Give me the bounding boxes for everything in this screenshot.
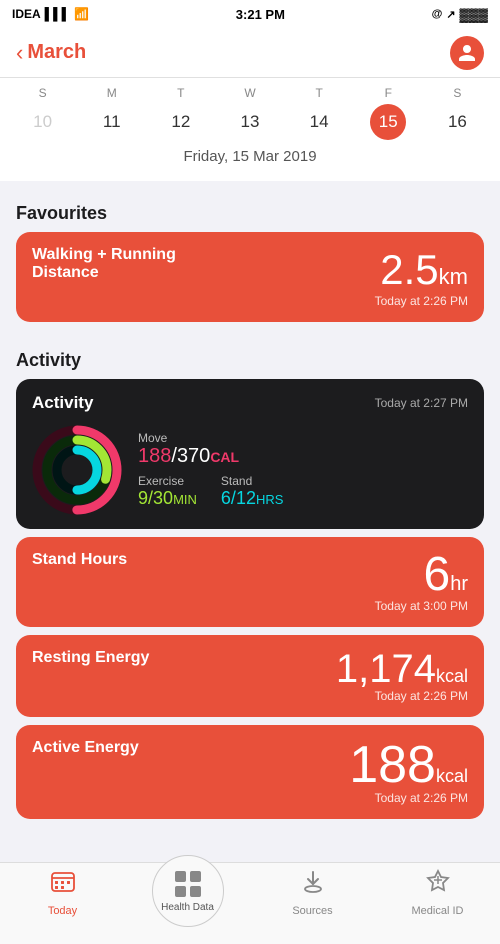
exercise-stand-row: Exercise 9/30MIN Stand 6/12HRS: [138, 474, 468, 509]
activity-stats: Move 188/370CAL Exercise 9/30MIN: [138, 431, 468, 509]
chevron-left-icon: ‹: [16, 40, 23, 66]
nav-header: ‹ March: [0, 28, 500, 78]
profile-avatar-button[interactable]: [450, 36, 484, 70]
status-time: 3:21 PM: [236, 7, 285, 22]
activity-title: Activity: [16, 350, 484, 371]
move-stat: Move 188/370CAL: [138, 431, 468, 468]
active-energy-card[interactable]: Active Energy 188kcal Today at 2:26 PM: [16, 725, 484, 819]
tab-health-data[interactable]: Health Data Health Data: [125, 869, 250, 881]
resting-energy-time: Today at 2:26 PM: [336, 689, 468, 703]
calendar-day-headers: S M T W T F S: [0, 86, 500, 100]
tab-sources[interactable]: Sources: [250, 869, 375, 917]
today-icon: [50, 869, 76, 901]
sources-label: Sources: [292, 905, 332, 917]
favourites-title: Favourites: [16, 203, 484, 224]
walking-card-title: Walking + Running Distance: [32, 246, 232, 282]
signal-icon: ▌▌▌: [45, 7, 71, 21]
health-data-circle: Health Data: [152, 855, 224, 927]
walking-value: 2.5km: [375, 246, 468, 294]
today-label: Today: [48, 905, 77, 917]
health-data-label: Health Data: [161, 902, 214, 913]
selected-date-label: Friday, 15 Mar 2019: [0, 140, 500, 169]
day-header-w: W: [215, 86, 284, 100]
calendar-day-14[interactable]: 14: [285, 104, 354, 140]
medical-id-label: Medical ID: [412, 905, 464, 917]
wifi-icon: 📶: [74, 7, 89, 21]
stand-value: 6/12HRS: [221, 488, 284, 509]
calendar-section: S M T W T F S 10 11 12 13 14 15 16 Frida…: [0, 78, 500, 181]
move-value: 188/370CAL: [138, 445, 468, 468]
resting-energy-card[interactable]: Resting Energy 1,174kcal Today at 2:26 P…: [16, 635, 484, 717]
resting-energy-title: Resting Energy: [32, 649, 149, 667]
back-label: March: [27, 41, 86, 64]
location-icon: @: [432, 8, 443, 20]
day-header-t1: T: [146, 86, 215, 100]
stand-stat: Stand 6/12HRS: [221, 474, 284, 509]
sources-icon: [300, 869, 326, 901]
stand-hours-time: Today at 3:00 PM: [375, 599, 468, 613]
walking-time: Today at 2:26 PM: [375, 294, 468, 308]
favourites-section: Favourites Walking + Running Distance 2.…: [0, 189, 500, 336]
tab-today[interactable]: Today: [0, 869, 125, 917]
stand-hours-title: Stand Hours: [32, 551, 127, 569]
activity-section: Activity Activity Today at 2:27 PM: [0, 336, 500, 841]
day-header-s1: S: [8, 86, 77, 100]
calendar-day-16[interactable]: 16: [423, 104, 492, 140]
activity-card-title: Activity: [32, 393, 93, 413]
stand-label: Stand: [221, 474, 284, 488]
calendar-day-15-today[interactable]: 15: [370, 104, 406, 140]
stand-hours-value: 6hr: [375, 551, 468, 599]
back-button[interactable]: ‹ March: [16, 40, 86, 66]
status-bar: IDEA ▌▌▌ 📶 3:21 PM @ ↗ ▓▓▓: [0, 0, 500, 28]
active-energy-title: Active Energy: [32, 739, 139, 757]
status-left: IDEA ▌▌▌ 📶: [12, 7, 89, 21]
stand-hours-card[interactable]: Stand Hours 6hr Today at 3:00 PM: [16, 537, 484, 627]
active-energy-value: 188kcal: [349, 739, 468, 791]
carrier-label: IDEA: [12, 7, 41, 21]
activity-ring: [32, 425, 122, 515]
exercise-label: Exercise: [138, 474, 197, 488]
exercise-value: 9/30MIN: [138, 488, 197, 509]
day-header-t2: T: [285, 86, 354, 100]
calendar-week-row: 10 11 12 13 14 15 16: [0, 104, 500, 140]
day-header-m: M: [77, 86, 146, 100]
person-icon: [457, 43, 477, 63]
day-header-f: F: [354, 86, 423, 100]
walking-distance-card[interactable]: Walking + Running Distance 2.5km Today a…: [16, 232, 484, 322]
grid-icon: [173, 869, 203, 899]
tab-bar: Today Health Data Health Data Sources: [0, 862, 500, 944]
calendar-day-10[interactable]: 10: [8, 104, 77, 140]
nav-arrow-icon: ↗: [446, 8, 455, 21]
divider-1: [0, 181, 500, 189]
calendar-day-11[interactable]: 11: [77, 104, 146, 140]
move-label: Move: [138, 431, 468, 445]
tab-medical-id[interactable]: Medical ID: [375, 869, 500, 917]
battery-icon: ▓▓▓: [460, 7, 488, 22]
day-header-s2: S: [423, 86, 492, 100]
activity-card-time: Today at 2:27 PM: [375, 396, 468, 410]
scroll-content[interactable]: S M T W T F S 10 11 12 13 14 15 16 Frida…: [0, 78, 500, 862]
status-right: @ ↗ ▓▓▓: [432, 7, 488, 22]
resting-energy-value: 1,174kcal: [336, 649, 468, 689]
activity-card[interactable]: Activity Today at 2:27 PM: [16, 379, 484, 529]
calendar-day-12[interactable]: 12: [146, 104, 215, 140]
medical-id-icon: [425, 869, 451, 901]
exercise-stat: Exercise 9/30MIN: [138, 474, 197, 509]
calendar-day-13[interactable]: 13: [215, 104, 284, 140]
